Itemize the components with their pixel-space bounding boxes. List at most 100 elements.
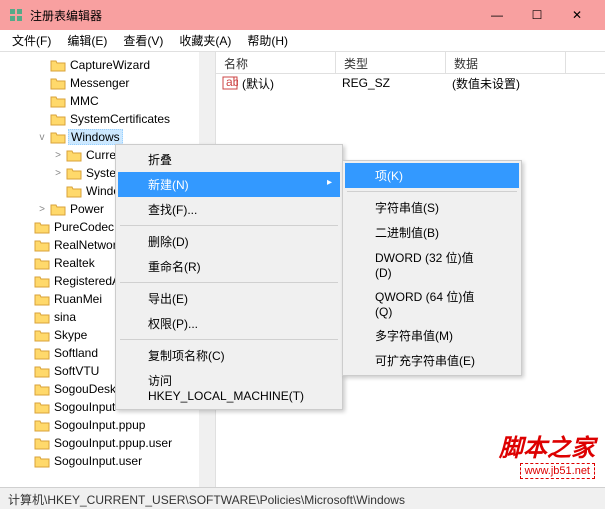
string-value-icon: ab [222, 76, 238, 90]
watermark: 脚本之家 www.jb51.net [499, 428, 595, 479]
folder-icon [34, 256, 50, 270]
context-menu: 折叠新建(N)▸查找(F)... 删除(D)重命名(R) 导出(E)权限(P)...… [115, 144, 343, 410]
folder-icon [66, 184, 82, 198]
tree-item-label: Windows [68, 129, 123, 145]
submenu-new: 项(K) 字符串值(S)二进制值(B)DWORD (32 位)值(D)QWORD … [342, 160, 522, 376]
context-menu-item[interactable]: 查找(F)... [118, 197, 340, 222]
tree-item-label: Realtek [52, 256, 97, 270]
folder-icon [34, 418, 50, 432]
tree-item[interactable]: SystemCertificates [0, 110, 215, 128]
watermark-text: 脚本之家 [499, 428, 595, 463]
row-name: (默认) [242, 75, 342, 92]
tree-item[interactable]: SogouInput.user [0, 452, 215, 470]
folder-icon [50, 112, 66, 126]
menu-view[interactable]: 查看(V) [115, 30, 171, 51]
folder-icon [50, 58, 66, 72]
folder-icon [34, 328, 50, 342]
folder-icon [66, 148, 82, 162]
watermark-url: www.jb51.net [520, 463, 595, 479]
folder-icon [66, 166, 82, 180]
close-button[interactable]: ✕ [557, 0, 597, 30]
list-row[interactable]: ab (默认) REG_SZ (数值未设置) [216, 74, 605, 92]
submenu-item[interactable]: 项(K) [345, 163, 519, 188]
window-title: 注册表编辑器 [30, 7, 477, 24]
folder-icon [34, 292, 50, 306]
tree-item-label: MMC [68, 94, 101, 108]
statusbar: 计算机\HKEY_CURRENT_USER\SOFTWARE\Policies\… [0, 487, 605, 509]
tree-item-label: sina [52, 310, 78, 324]
tree-item[interactable]: SogouInput.ppup.user [0, 434, 215, 452]
tree-item-label: SoftVTU [52, 364, 101, 378]
tree-item-label: SogouInput.ppup.user [52, 436, 174, 450]
menu-separator [120, 339, 338, 340]
app-icon [8, 7, 24, 23]
tree-item-label: PureCodec [52, 220, 116, 234]
menu-separator [347, 191, 517, 192]
maximize-button[interactable]: ☐ [517, 0, 557, 30]
row-type: REG_SZ [342, 76, 452, 90]
context-menu-item[interactable]: 新建(N)▸ [118, 172, 340, 197]
folder-icon [34, 238, 50, 252]
tree-item-label: Curre [84, 148, 118, 162]
submenu-item[interactable]: 二进制值(B) [345, 220, 519, 245]
tree-item-label: SogouInput.user [52, 454, 144, 468]
context-menu-item[interactable]: 导出(E) [118, 286, 340, 311]
context-menu-item[interactable]: 折叠 [118, 147, 340, 172]
menu-help[interactable]: 帮助(H) [239, 30, 296, 51]
menu-favorites[interactable]: 收藏夹(A) [171, 30, 239, 51]
folder-icon [34, 220, 50, 234]
menu-separator [120, 225, 338, 226]
submenu-item[interactable]: DWORD (32 位)值(D) [345, 245, 519, 284]
submenu-item[interactable]: 可扩充字符串值(E) [345, 348, 519, 373]
col-data[interactable]: 数据 [446, 52, 566, 73]
tree-item[interactable]: Messenger [0, 74, 215, 92]
folder-icon [34, 274, 50, 288]
menu-file[interactable]: 文件(F) [4, 30, 59, 51]
submenu-item[interactable]: QWORD (64 位)值(Q) [345, 284, 519, 323]
tree-item-label: Messenger [68, 76, 131, 90]
folder-icon [34, 436, 50, 450]
expander-icon[interactable]: > [52, 150, 64, 161]
folder-icon [50, 94, 66, 108]
tree-item-label: SogouInput.ppup [52, 418, 147, 432]
tree-item-label: RuanMei [52, 292, 104, 306]
tree-item-label: Skype [52, 328, 89, 342]
folder-icon [34, 382, 50, 396]
folder-icon [34, 364, 50, 378]
context-menu-item[interactable]: 重命名(R) [118, 254, 340, 279]
submenu-item[interactable]: 多字符串值(M) [345, 323, 519, 348]
tree-item[interactable]: CaptureWizard [0, 56, 215, 74]
tree-item-label: SystemCertificates [68, 112, 172, 126]
tree-item-label: SogouInput [52, 400, 117, 414]
row-data: (数值未设置) [452, 75, 520, 92]
tree-item-label: CaptureWizard [68, 58, 152, 72]
titlebar: 注册表编辑器 — ☐ ✕ [0, 0, 605, 30]
submenu-item[interactable]: 字符串值(S) [345, 195, 519, 220]
col-name[interactable]: 名称 [216, 52, 336, 73]
folder-icon [50, 76, 66, 90]
submenu-arrow-icon: ▸ [327, 177, 332, 188]
list-header[interactable]: 名称 类型 数据 [216, 52, 605, 74]
context-menu-item[interactable]: 权限(P)... [118, 311, 340, 336]
expander-icon[interactable]: > [52, 168, 64, 179]
tree-item[interactable]: SogouInput.ppup [0, 416, 215, 434]
col-type[interactable]: 类型 [336, 52, 446, 73]
expander-icon[interactable]: > [36, 204, 48, 215]
folder-icon [34, 400, 50, 414]
folder-icon [34, 310, 50, 324]
context-menu-item[interactable]: 删除(D) [118, 229, 340, 254]
folder-icon [50, 202, 66, 216]
tree-item-label: Softland [52, 346, 100, 360]
context-menu-item[interactable]: 复制项名称(C) [118, 343, 340, 368]
menu-edit[interactable]: 编辑(E) [59, 30, 115, 51]
folder-icon [50, 130, 66, 144]
menu-separator [120, 282, 338, 283]
minimize-button[interactable]: — [477, 0, 517, 30]
folder-icon [34, 346, 50, 360]
context-menu-item[interactable]: 访问 HKEY_LOCAL_MACHINE(T) [118, 368, 340, 407]
expander-icon[interactable]: v [36, 132, 48, 143]
tree-item-label: Power [68, 202, 106, 216]
svg-text:ab: ab [226, 76, 238, 89]
tree-item[interactable]: MMC [0, 92, 215, 110]
menubar: 文件(F) 编辑(E) 查看(V) 收藏夹(A) 帮助(H) [0, 30, 605, 52]
